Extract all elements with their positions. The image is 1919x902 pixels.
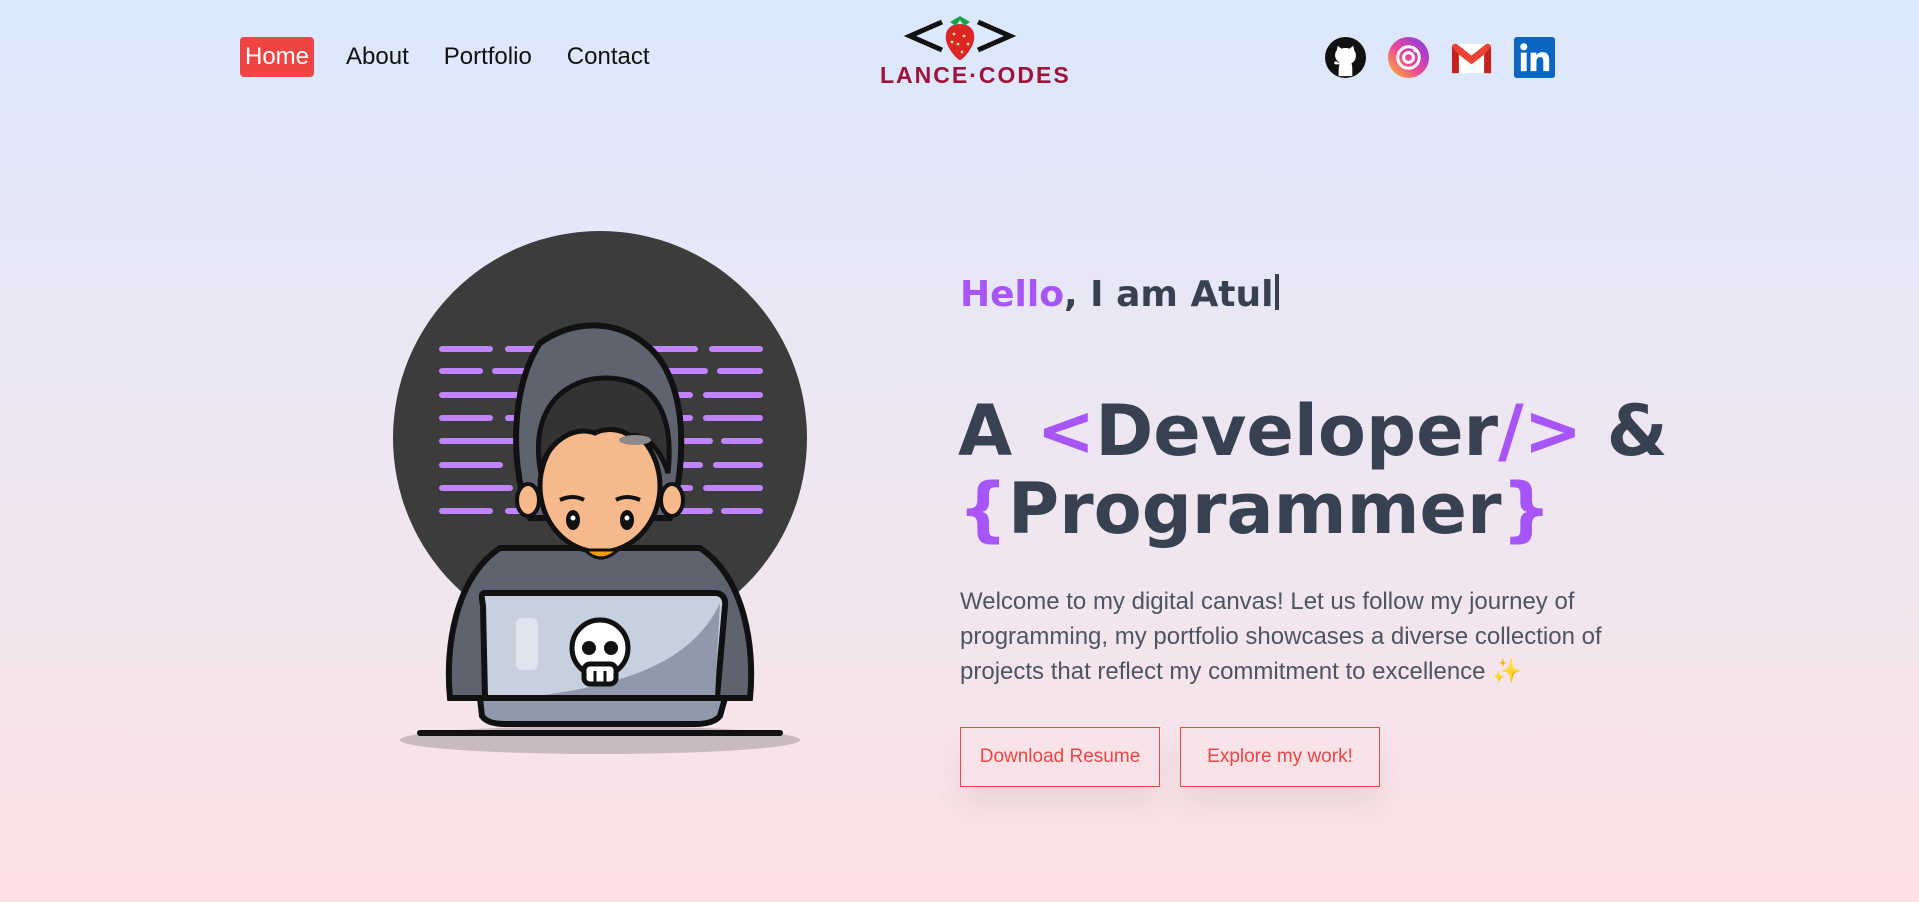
strawberry-code-brackets-icon — [903, 16, 1017, 60]
github-icon[interactable] — [1324, 36, 1367, 79]
download-resume-button[interactable]: Download Resume — [960, 727, 1160, 787]
greeting-name: , I am Atul — [1063, 274, 1274, 315]
headline-lt: < — [1036, 390, 1096, 472]
social-links — [1324, 36, 1556, 79]
welcome-text: Welcome to my digital canvas! Let us fol… — [960, 588, 1602, 685]
logo-text: LANCE·CODES — [880, 62, 1071, 88]
explore-work-button[interactable]: Explore my work! — [1180, 727, 1380, 787]
headline-lbrace: { — [958, 468, 1008, 550]
gmail-icon[interactable] — [1450, 36, 1493, 79]
site-logo[interactable]: LANCE·CODES — [880, 14, 1071, 90]
nav-contact[interactable]: Contact — [562, 37, 655, 77]
headline-amp: & — [1582, 390, 1668, 472]
nav-about[interactable]: About — [341, 37, 414, 77]
headline-a: A — [958, 390, 1037, 472]
greeting-accent: Hello — [960, 274, 1064, 315]
headline-programmer: Programmer — [1007, 468, 1502, 550]
main-nav: Home About Portfolio Contact — [240, 37, 672, 77]
typing-cursor — [1275, 274, 1280, 310]
linkedin-icon[interactable] — [1513, 36, 1556, 79]
nav-portfolio[interactable]: Portfolio — [439, 37, 537, 77]
instagram-icon[interactable] — [1387, 36, 1430, 79]
headline: A <Developer/> & {Programmer} — [958, 392, 1678, 548]
nav-home[interactable]: Home — [240, 37, 315, 77]
hacker-illustration — [390, 228, 810, 768]
headline-developer: Developer — [1095, 390, 1499, 472]
headline-rbrace: } — [1501, 468, 1552, 550]
headline-close-tag: /> — [1498, 390, 1583, 472]
greeting: Hello, I am Atul — [960, 274, 1280, 315]
